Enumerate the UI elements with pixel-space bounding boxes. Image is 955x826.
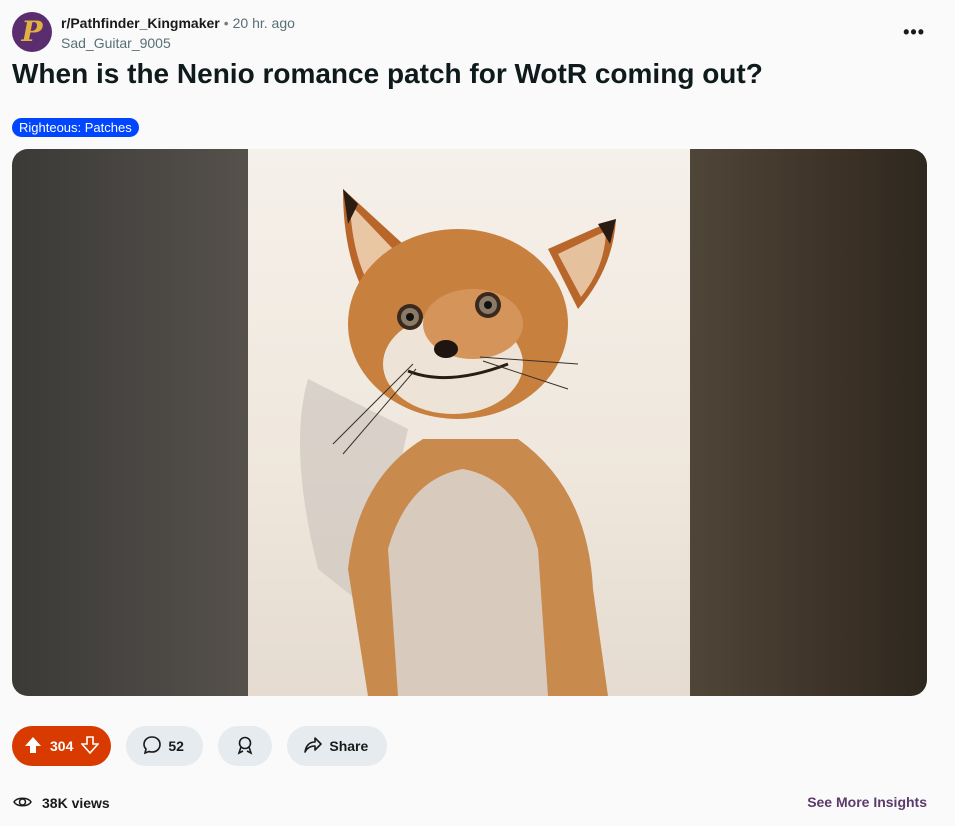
views-stat: 38K views <box>12 791 110 815</box>
see-more-insights-link[interactable]: See More Insights <box>807 794 927 810</box>
views-icon <box>12 791 33 815</box>
award-button[interactable] <box>218 726 273 766</box>
vote-control: 304 <box>12 726 112 766</box>
subreddit-avatar[interactable]: P <box>12 12 52 52</box>
comment-icon <box>142 735 162 758</box>
comment-count: 52 <box>168 738 184 754</box>
post-meta: r/Pathfinder_Kingmaker • 20 hr. ago <box>61 15 295 31</box>
subreddit-link[interactable]: r/Pathfinder_Kingmaker <box>61 15 220 31</box>
post-actions: 304 52 Share <box>12 726 388 766</box>
share-icon <box>303 735 323 758</box>
author-link[interactable]: Sad_Guitar_9005 <box>61 35 171 51</box>
vote-count: 304 <box>50 738 74 754</box>
comments-button[interactable]: 52 <box>126 726 204 766</box>
post-title[interactable]: When is the Nenio romance patch for WotR… <box>12 58 763 90</box>
award-icon <box>235 735 255 758</box>
share-button[interactable]: Share <box>287 726 388 766</box>
downvote-icon[interactable] <box>80 735 101 757</box>
meta-separator: • <box>223 15 229 31</box>
post-flair[interactable]: Righteous: Patches <box>12 118 139 137</box>
upvote-icon[interactable] <box>24 736 42 757</box>
more-options-button[interactable]: ••• <box>903 22 925 43</box>
post-media[interactable] <box>12 149 927 696</box>
share-label: Share <box>329 738 369 754</box>
fox-image <box>248 149 690 696</box>
views-count: 38K views <box>42 795 110 811</box>
post-time: 20 hr. ago <box>232 15 295 31</box>
subreddit-avatar-icon: P <box>21 15 43 48</box>
